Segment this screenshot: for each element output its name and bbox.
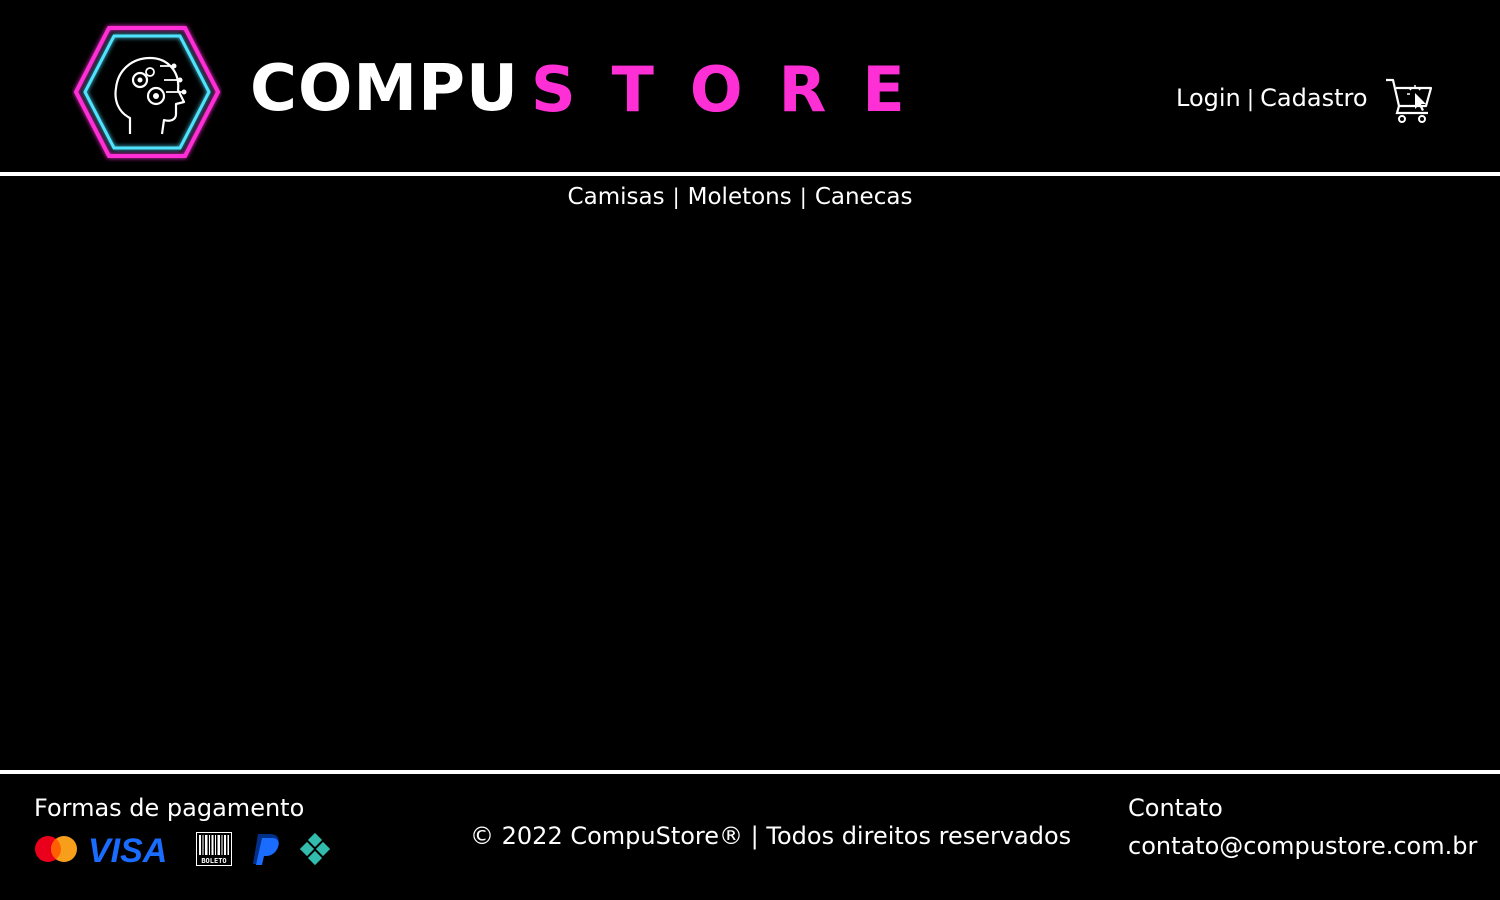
pix-icon [300, 832, 330, 866]
visa-icon: VISA [88, 832, 167, 866]
brand-wordmark[interactable]: COMPU STORE [250, 52, 941, 132]
auth-links: Login | Cadastro [1176, 84, 1368, 112]
nav-item-camisas[interactable]: Camisas [568, 184, 665, 210]
shopping-cart-icon[interactable] [1384, 76, 1436, 126]
nav-separator: | [672, 185, 680, 209]
nav-item-canecas[interactable]: Canecas [815, 184, 913, 210]
category-nav: Camisas | Moletons | Canecas [0, 184, 1480, 210]
contact-email-link[interactable]: contato@compustore.com.br [1128, 832, 1477, 860]
contact-title: Contato [1128, 794, 1223, 822]
gear-head-hexagon-icon[interactable] [72, 22, 222, 162]
paypal-icon [253, 834, 279, 865]
brand-name-compu: COMPU [250, 52, 519, 126]
login-link[interactable]: Login [1176, 84, 1241, 112]
mastercard-icon [35, 836, 77, 862]
auth-separator: | [1246, 87, 1255, 112]
payment-methods-title: Formas de pagamento [34, 794, 305, 822]
copyright-text: © 2022 CompuStore® | Todos direitos rese… [470, 822, 1072, 850]
visa-text: VISA [88, 832, 167, 866]
boleto-icon: BOLETO [196, 832, 232, 866]
site-footer: Formas de pagamento VISA BOLETO © 2022 C… [0, 774, 1500, 900]
page: COMPU STORE Login | Cadastro Camisas | Moleto… [0, 0, 1500, 900]
site-header: COMPU STORE Login | Cadastro [0, 0, 1500, 172]
signup-link[interactable]: Cadastro [1260, 84, 1367, 112]
nav-separator: | [799, 185, 807, 209]
brand-name-store: STORE [530, 52, 941, 126]
nav-item-moletons[interactable]: Moletons [688, 184, 792, 210]
boleto-text: BOLETO [201, 857, 226, 865]
header-divider [0, 172, 1500, 176]
